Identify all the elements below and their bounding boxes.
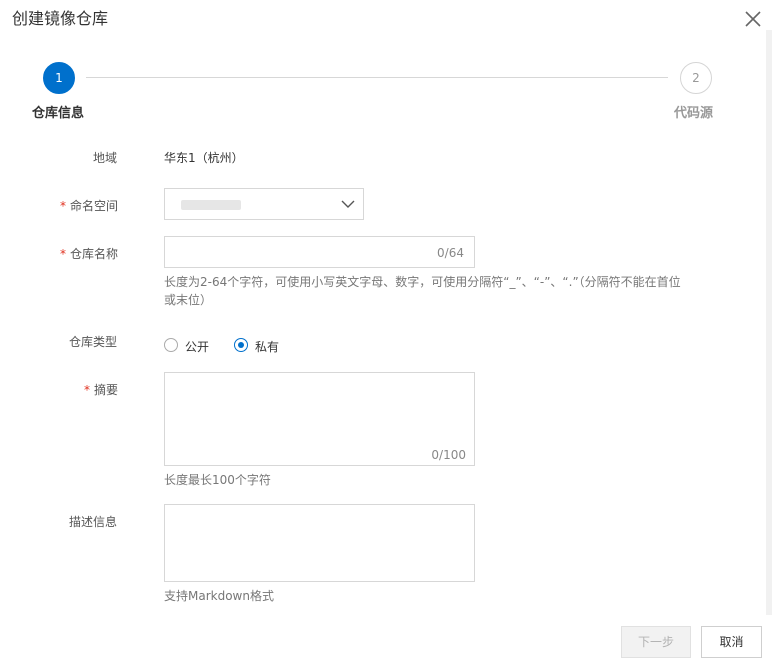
chevron-down-icon — [341, 198, 355, 213]
step-2-indicator: 2 — [680, 62, 712, 94]
step-connector — [86, 77, 668, 78]
region-label: 地域 — [93, 151, 118, 165]
repo-name-label: * 仓库名称 — [60, 247, 119, 261]
step-2-label: 代码源 — [674, 106, 714, 121]
required-mark: * — [60, 247, 66, 261]
repo-name-help: 长度为2-64个字符，可使用小写英文字母、数字，可使用分隔符“_”、“-”、“.… — [164, 275, 681, 307]
scrollbar[interactable] — [766, 30, 772, 615]
dialog-title: 创建镜像仓库 — [12, 9, 109, 28]
repo-name-counter: 0/64 — [437, 246, 464, 260]
repo-type-label: 仓库类型 — [69, 335, 118, 349]
step-1-indicator: 1 — [43, 62, 75, 94]
namespace-selected-value — [181, 200, 241, 210]
radio-circle — [164, 338, 178, 352]
region-value: 华东1（杭州） — [164, 151, 244, 165]
create-repo-dialog: 创建镜像仓库 1 2 仓库信息 代码源 地域 华东1（杭州） * 命名空间 * 仓库… — [0, 0, 772, 665]
summary-help: 长度最长100个字符 — [164, 473, 271, 487]
repo-name-input[interactable]: 0/64 — [164, 236, 475, 268]
radio-public[interactable]: 公开 — [164, 336, 224, 354]
required-mark: * — [60, 199, 66, 213]
cancel-button[interactable]: 取消 — [701, 626, 762, 658]
required-mark: * — [84, 383, 90, 397]
summary-counter: 0/100 — [431, 448, 466, 462]
namespace-select[interactable] — [164, 188, 364, 220]
step-1-label: 仓库信息 — [32, 106, 85, 121]
radio-private[interactable]: 私有 — [234, 336, 294, 354]
description-label: 描述信息 — [69, 515, 118, 529]
summary-label: * 摘要 — [84, 383, 119, 397]
summary-textarea[interactable]: 0/100 — [164, 372, 475, 466]
description-textarea[interactable] — [164, 504, 475, 582]
next-step-button[interactable]: 下一步 — [621, 626, 691, 658]
namespace-label: * 命名空间 — [60, 199, 119, 213]
radio-circle-selected — [234, 338, 248, 352]
close-icon[interactable] — [743, 9, 763, 29]
description-help: 支持Markdown格式 — [164, 589, 274, 603]
